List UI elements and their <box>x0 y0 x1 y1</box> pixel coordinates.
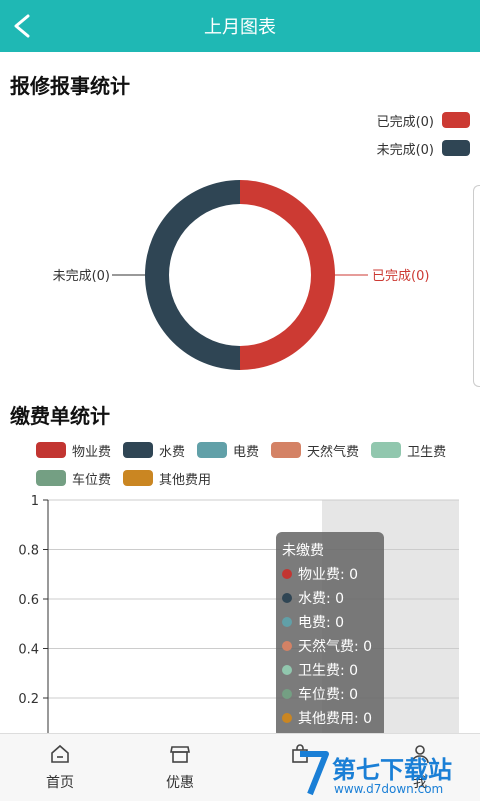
y-tick-label: 0.4 <box>18 643 39 658</box>
legend-swatch <box>442 112 470 128</box>
series-dot <box>282 641 292 651</box>
legend-swatch <box>123 442 154 458</box>
series-dot <box>282 617 292 627</box>
legend-label: 卫生费 <box>407 444 447 460</box>
legend-item-other-fee[interactable]: 其他费用 <box>123 464 211 492</box>
fee-bar-chart: 1 0.8 0.6 0.4 0.2 <box>18 494 459 735</box>
legend-swatch <box>271 442 302 458</box>
tab-label: 优惠 <box>166 775 194 791</box>
legend-swatch <box>36 442 66 458</box>
donut-slice-completed[interactable] <box>240 180 335 370</box>
callout-label-left: 未完成(0) <box>53 269 110 284</box>
tooltip-row-electric-fee: 电费: 0 <box>282 612 344 632</box>
tooltip-row-parking-fee: 车位费: 0 <box>282 684 358 704</box>
legend-item-parking-fee[interactable]: 车位费 <box>36 464 111 492</box>
legend-item-completed[interactable]: 已完成(0) <box>377 106 470 134</box>
donut-slice-incomplete[interactable] <box>145 180 240 370</box>
tooltip-text: 天然气费: 0 <box>298 639 373 655</box>
legend-label: 电费 <box>233 444 260 460</box>
tooltip-row-other-fee: 其他费用: 0 <box>282 708 372 728</box>
watermark-logo-icon <box>300 751 329 796</box>
tooltip-text: 其他费用: 0 <box>298 711 373 727</box>
legend-label: 物业费 <box>72 444 112 460</box>
top-bar: 上月图表 <box>0 0 480 52</box>
legend-item-incomplete[interactable]: 未完成(0) <box>377 134 470 162</box>
legend-swatch <box>36 470 66 486</box>
legend-item-gas-fee[interactable]: 天然气费 <box>271 436 359 464</box>
legend-swatch <box>371 442 402 458</box>
tooltip-text: 电费: 0 <box>298 615 345 631</box>
repair-legend: 已完成(0) 未完成(0) <box>377 106 470 162</box>
tooltip-text: 水费: 0 <box>298 591 345 607</box>
tooltip-row-water-fee: 水费: 0 <box>282 588 344 608</box>
legend-label: 未完成(0) <box>376 142 434 158</box>
y-tick-label: 0.8 <box>18 544 39 559</box>
legend-item-electric-fee[interactable]: 电费 <box>197 436 259 464</box>
tooltip-row-property-fee: 物业费: 0 <box>282 564 358 584</box>
home-icon <box>51 744 69 763</box>
repair-donut-chart: 未完成(0) 已完成(0) <box>53 180 429 370</box>
repair-section-title: 报修报事统计 <box>10 74 130 98</box>
tooltip-row-sanitation-fee: 卫生费: 0 <box>282 660 358 680</box>
y-tick-label: 0.2 <box>18 692 39 707</box>
y-tick-label: 1 <box>31 494 39 509</box>
callout-label-right: 已完成(0) <box>372 269 429 284</box>
legend-item-sanitation-fee[interactable]: 卫生费 <box>371 436 446 464</box>
legend-item-property-fee[interactable]: 物业费 <box>36 436 111 464</box>
series-dot <box>282 689 292 699</box>
legend-label: 其他费用 <box>159 472 212 488</box>
page-title: 上月图表 <box>204 17 276 38</box>
y-tick-label: 0.6 <box>18 593 39 608</box>
series-dot <box>282 593 292 603</box>
side-scroll-handle[interactable] <box>473 185 480 387</box>
tooltip-text: 物业费: 0 <box>298 567 359 583</box>
legend-swatch <box>442 140 470 156</box>
tab-offers[interactable]: 优惠 <box>120 734 240 801</box>
legend-swatch <box>197 442 228 458</box>
tooltip-row-gas-fee: 天然气费: 0 <box>282 636 372 656</box>
watermark-title: 第七下载站 <box>332 756 452 784</box>
store-icon <box>170 746 190 763</box>
tab-home[interactable]: 首页 <box>0 734 120 801</box>
fee-section-title: 缴费单统计 <box>10 404 110 428</box>
chart-tooltip: 未缴费 物业费: 0 水费: 0 电费: 0 天然气费: 0 卫生费: 0 车位… <box>276 532 384 738</box>
series-dot <box>282 665 292 675</box>
tooltip-text: 车位费: 0 <box>298 687 359 703</box>
legend-swatch <box>123 470 154 486</box>
legend-label: 车位费 <box>72 472 112 488</box>
legend-label: 水费 <box>159 444 186 460</box>
series-dot <box>282 713 292 723</box>
fee-legend: 物业费 水费 电费 天然气费 卫生费 车位费 其他费用 <box>36 436 476 492</box>
tooltip-title: 未缴费 <box>282 543 324 559</box>
series-dot <box>282 569 292 579</box>
watermark-url: www.d7down.com <box>334 782 444 796</box>
legend-item-water-fee[interactable]: 水费 <box>123 436 185 464</box>
tooltip-text: 卫生费: 0 <box>298 663 359 679</box>
site-watermark: 第七下载站 www.d7down.com <box>296 748 480 800</box>
legend-label: 已完成(0) <box>376 114 434 130</box>
legend-label: 天然气费 <box>307 444 360 460</box>
tab-label: 首页 <box>46 775 74 791</box>
